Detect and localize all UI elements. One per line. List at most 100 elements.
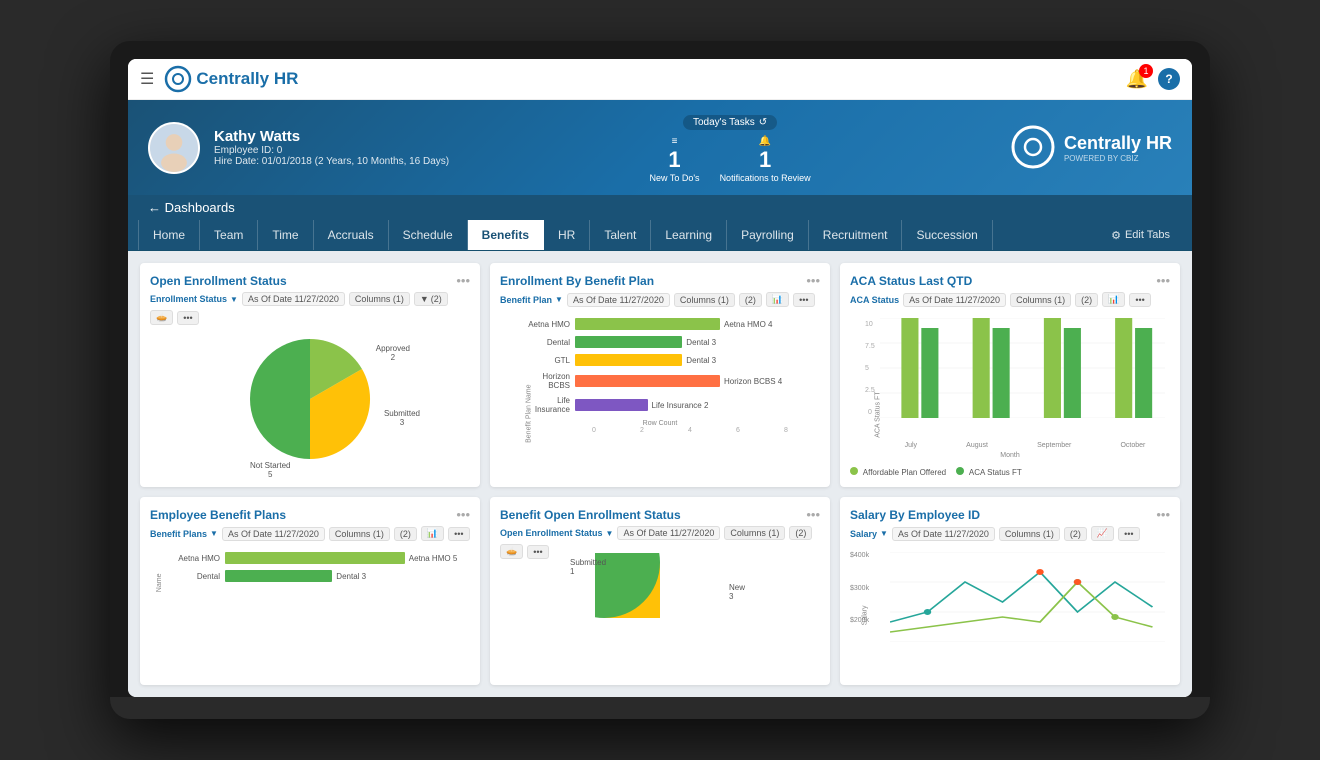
columns-btn[interactable]: Columns (1): [1010, 293, 1071, 307]
widget-employee-benefit-plans: Employee Benefit Plans ••• Benefit Plans…: [140, 497, 480, 685]
pie-label-approved: Approved: [376, 344, 410, 353]
columns-btn[interactable]: Columns (1): [674, 293, 735, 307]
tab-benefits[interactable]: Benefits: [468, 220, 544, 250]
avatar: [148, 122, 200, 174]
hamburger-icon[interactable]: ☰: [140, 69, 154, 89]
dashboard-grid: Open Enrollment Status ••• Enrollment St…: [128, 251, 1192, 697]
hero-left: Kathy Watts Employee ID: 0 Hire Date: 01…: [148, 122, 449, 174]
filter-label[interactable]: ACA Status: [850, 295, 899, 305]
columns-btn[interactable]: Columns (1): [999, 527, 1060, 541]
x-axis-labels: July August September October: [880, 442, 1170, 449]
more-btn[interactable]: •••: [793, 293, 814, 307]
y-axis-label: Name: [156, 574, 163, 593]
notifications-label: Notifications to Review: [720, 173, 811, 183]
breadcrumb[interactable]: ← Dashboards: [128, 195, 1192, 220]
widget-title: Open Enrollment Status: [150, 274, 287, 288]
filter-label[interactable]: Benefit Plans ▼: [150, 529, 218, 539]
widget-menu-icon[interactable]: •••: [1156, 273, 1170, 288]
filter-label[interactable]: Benefit Plan ▼: [500, 295, 563, 305]
columns-btn[interactable]: Columns (1): [329, 527, 390, 541]
hero-header: Kathy Watts Employee ID: 0 Hire Date: 01…: [128, 100, 1192, 195]
filter-btn[interactable]: (2): [1064, 527, 1087, 541]
logo-text: Centrally HR: [196, 69, 298, 89]
tab-payrolling[interactable]: Payrolling: [727, 220, 809, 250]
back-link[interactable]: ← Dashboards: [148, 200, 235, 215]
tab-succession[interactable]: Succession: [902, 220, 992, 250]
hero-center: Today's Tasks ↺ ≡ 1 New To Do's 🔔 1 Noti…: [649, 112, 810, 183]
widget-header: Benefit Open Enrollment Status •••: [500, 507, 820, 522]
employee-id: Employee ID: 0: [214, 145, 449, 156]
columns-btn[interactable]: Columns (1): [349, 292, 410, 306]
dropdown-arrow: ▼: [880, 529, 888, 538]
tab-home[interactable]: Home: [138, 220, 200, 250]
today-tasks-label: Today's Tasks ↺: [683, 115, 777, 130]
task-stats: ≡ 1 New To Do's 🔔 1 Notifications to Rev…: [649, 136, 810, 183]
y-tick-25: 2.5: [865, 387, 875, 394]
more-btn[interactable]: •••: [448, 527, 469, 541]
chart-btn[interactable]: 📊: [766, 292, 789, 307]
y-label-300k: $300k: [850, 585, 869, 592]
x-label-october: October: [1120, 442, 1145, 449]
more-btn[interactable]: •••: [1118, 527, 1139, 541]
filter-icon: ▼: [420, 294, 429, 304]
widget-title: ACA Status Last QTD: [850, 274, 972, 288]
tab-learning[interactable]: Learning: [651, 220, 727, 250]
laptop-bottom: [110, 697, 1210, 719]
notification-icon[interactable]: 🔔 1: [1126, 69, 1148, 90]
legend-ft: ACA Status FT: [956, 467, 1022, 477]
tab-team[interactable]: Team: [200, 220, 258, 250]
widget-controls: Salary ▼ As Of Date 11/27/2020 Columns (…: [850, 526, 1170, 541]
tab-accruals[interactable]: Accruals: [314, 220, 389, 250]
nav-right: 🔔 1 ?: [1126, 68, 1180, 90]
filter-label[interactable]: Salary ▼: [850, 529, 888, 539]
widget-header: ACA Status Last QTD •••: [850, 273, 1170, 288]
notif-icon-hero: 🔔: [720, 136, 811, 147]
help-button[interactable]: ?: [1158, 68, 1180, 90]
edit-tabs-button[interactable]: ⚙ Edit Tabs: [1099, 223, 1182, 248]
filter-btn[interactable]: ▼ (2): [414, 292, 448, 306]
tab-time[interactable]: Time: [258, 220, 313, 250]
chart-btn[interactable]: 📈: [1091, 526, 1114, 541]
more-btn[interactable]: •••: [1129, 293, 1150, 307]
widget-header: Employee Benefit Plans •••: [150, 507, 470, 522]
chart-btn[interactable]: 🥧: [150, 310, 173, 325]
filter-btn[interactable]: (2): [739, 293, 762, 307]
y-tick-10: 10: [865, 321, 873, 328]
filter-label[interactable]: Open Enrollment Status ▼: [500, 528, 613, 538]
widget-menu-icon[interactable]: •••: [806, 273, 820, 288]
tab-schedule[interactable]: Schedule: [389, 220, 468, 250]
nav-left: ☰ Centrally HR: [140, 65, 298, 93]
widget-controls: Enrollment Status ▼ As Of Date 11/27/202…: [150, 292, 470, 325]
bar-row-life: Life Insurance Life Insurance 2: [520, 396, 810, 414]
filter-label[interactable]: Enrollment Status ▼: [150, 294, 238, 304]
brand-name: Centrally HR POWERED BY CBIZ: [1064, 133, 1172, 163]
as-of-date: As Of Date 11/27/2020: [617, 526, 720, 540]
hire-date: Hire Date: 01/01/2018 (2 Years, 10 Month…: [214, 156, 449, 167]
laptop-frame: ☰ Centrally HR 🔔 1 ?: [110, 41, 1210, 719]
filter-btn[interactable]: (2): [789, 526, 812, 540]
bar-row-dental: Dental Dental 3: [520, 336, 810, 348]
columns-btn[interactable]: Columns (1): [724, 526, 785, 540]
tab-recruitment[interactable]: Recruitment: [809, 220, 903, 250]
widget-menu-icon[interactable]: •••: [1156, 507, 1170, 522]
x-label-july: July: [905, 442, 917, 449]
x-label-august: August: [966, 442, 988, 449]
widget-title: Salary By Employee ID: [850, 508, 980, 522]
chart-btn[interactable]: 📊: [421, 526, 444, 541]
tab-talent[interactable]: Talent: [590, 220, 651, 250]
widget-title: Enrollment By Benefit Plan: [500, 274, 654, 288]
widget-menu-icon[interactable]: •••: [806, 507, 820, 522]
filter-btn[interactable]: (2): [1075, 293, 1098, 307]
legend-dot-affordable: [850, 467, 858, 475]
widget-menu-icon[interactable]: •••: [456, 507, 470, 522]
tab-hr[interactable]: HR: [544, 220, 590, 250]
y-label-400k: $400k: [850, 552, 869, 559]
chart-btn[interactable]: 🥧: [500, 544, 523, 559]
widget-menu-icon[interactable]: •••: [456, 273, 470, 288]
more-btn[interactable]: •••: [177, 311, 198, 325]
more-btn[interactable]: •••: [527, 545, 548, 559]
dropdown-arrow: ▼: [555, 295, 563, 304]
as-of-date: As Of Date 11/27/2020: [242, 292, 345, 306]
filter-btn[interactable]: (2): [394, 527, 417, 541]
chart-btn[interactable]: 📊: [1102, 292, 1125, 307]
